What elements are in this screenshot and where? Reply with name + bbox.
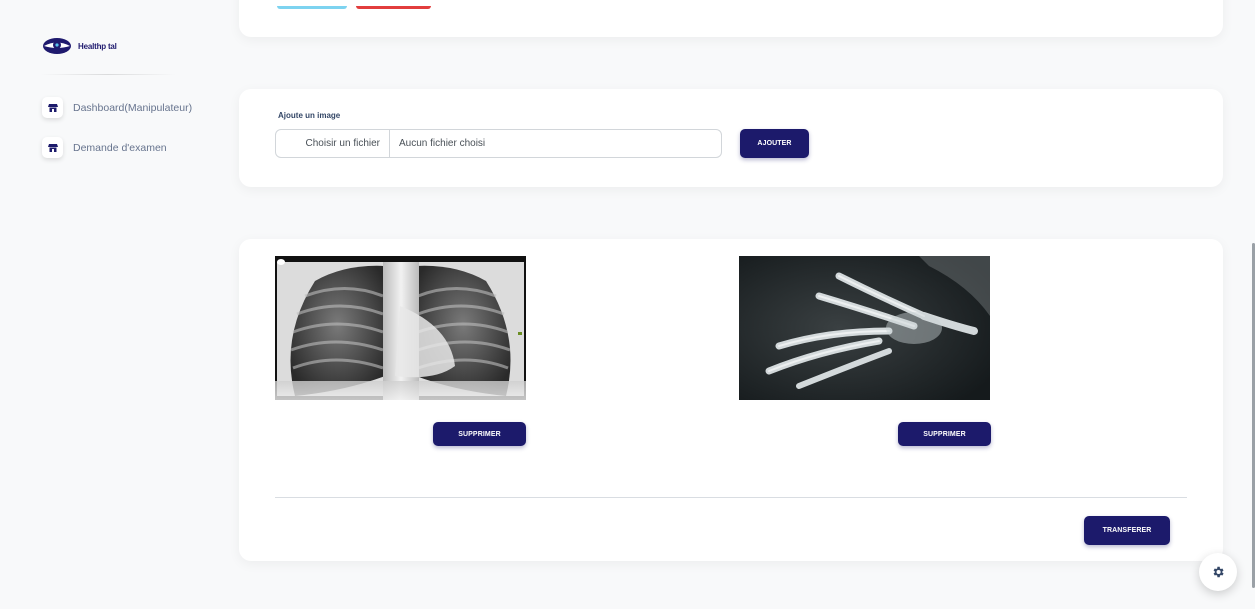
hand-xray-image <box>739 256 990 400</box>
chest-xray-image <box>275 256 526 400</box>
top-action-button-red[interactable] <box>356 6 431 9</box>
brand[interactable]: Healthp tal <box>42 36 117 56</box>
images-card: SUPPRIMER SUPPRIMER TRANSFERER <box>239 239 1223 561</box>
top-action-button-blue[interactable] <box>277 6 347 9</box>
gear-icon <box>1213 566 1224 578</box>
delete-button[interactable]: SUPPRIMER <box>433 422 526 446</box>
sidebar-item-label: Dashboard(Manipulateur) <box>73 101 193 114</box>
delete-button[interactable]: SUPPRIMER <box>898 422 991 446</box>
top-card <box>239 0 1223 37</box>
settings-button[interactable] <box>1199 553 1237 591</box>
choose-file-button[interactable]: Choisir un fichier <box>276 130 390 157</box>
upload-label: Ajoute un image <box>278 111 341 120</box>
shop-icon <box>42 97 63 118</box>
shop-icon <box>42 137 63 158</box>
sidebar-item-dashboard[interactable]: Dashboard(Manipulateur) <box>42 97 192 118</box>
file-name-text: Aucun fichier choisi <box>399 138 486 149</box>
add-button[interactable]: AJOUTER <box>740 129 809 158</box>
sidebar-item-label: Demande d'examen <box>73 141 167 154</box>
upload-card: Ajoute un image Choisir un fichier Aucun… <box>239 89 1223 187</box>
sidebar: Healthp tal Dashboard(Manipulateur) Dema… <box>0 0 232 609</box>
brand-name: Healthp tal <box>78 41 117 51</box>
sidebar-item-demande-examen[interactable]: Demande d'examen <box>42 137 167 158</box>
sidebar-divider <box>40 74 176 75</box>
card-divider <box>275 497 1187 498</box>
eye-logo-icon <box>43 38 71 54</box>
transfer-button[interactable]: TRANSFERER <box>1084 516 1170 545</box>
file-input[interactable]: Choisir un fichier Aucun fichier choisi <box>275 129 722 158</box>
